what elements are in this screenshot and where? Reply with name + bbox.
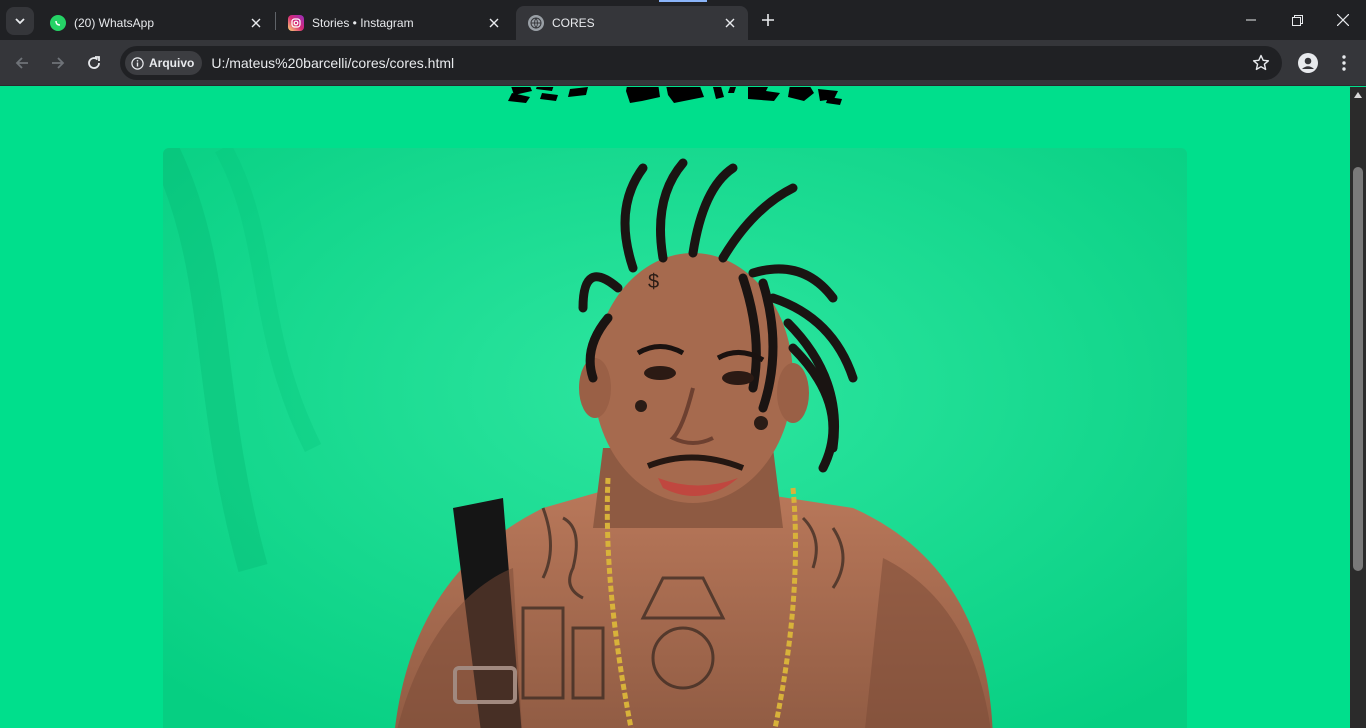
tab-media-indicator: [659, 0, 707, 2]
close-icon: [1337, 14, 1349, 26]
minimize-button[interactable]: [1228, 0, 1274, 40]
security-label: Arquivo: [149, 56, 195, 70]
close-icon[interactable]: [248, 15, 264, 31]
vertical-scrollbar[interactable]: [1350, 87, 1366, 728]
close-window-button[interactable]: [1320, 0, 1366, 40]
tab-title: (20) WhatsApp: [74, 16, 155, 30]
page-viewport: $: [0, 87, 1350, 728]
plus-icon: [762, 14, 774, 26]
more-vertical-icon: [1342, 55, 1346, 71]
bookmark-star-icon[interactable]: [1252, 54, 1270, 72]
restore-icon: [1291, 14, 1303, 26]
heading-logo: [508, 87, 842, 105]
restore-button[interactable]: [1274, 0, 1320, 40]
tab-title: Stories • Instagram: [312, 16, 414, 30]
avatar-icon: [1298, 53, 1318, 73]
info-icon: [131, 56, 144, 70]
scroll-thumb[interactable]: [1353, 167, 1363, 571]
close-icon[interactable]: [722, 15, 738, 31]
reload-button[interactable]: [80, 49, 108, 77]
chevron-down-icon: [15, 18, 25, 25]
tab-whatsapp[interactable]: (20) WhatsApp: [38, 6, 274, 40]
main-photo: $: [163, 148, 1187, 728]
tab-instagram[interactable]: Stories • Instagram: [276, 6, 512, 40]
site-info-chip[interactable]: Arquivo: [125, 51, 203, 75]
arrow-right-icon: [52, 57, 65, 69]
portrait-illustration: $: [163, 148, 1187, 728]
tab-cores[interactable]: CORES: [516, 6, 748, 40]
address-bar[interactable]: Arquivo U:/mateus%20barcelli/cores/cores…: [120, 46, 1282, 80]
browser-toolbar: Arquivo U:/mateus%20barcelli/cores/cores…: [0, 40, 1366, 86]
reload-icon: [88, 56, 100, 69]
tab-strip: (20) WhatsApp Stories • Instagram CORES: [0, 0, 1366, 40]
back-button[interactable]: [8, 49, 36, 77]
tab-search-button[interactable]: [6, 7, 34, 35]
svg-text:$: $: [648, 271, 659, 293]
close-icon[interactable]: [486, 15, 502, 31]
scroll-up-button[interactable]: [1350, 87, 1366, 103]
triangle-up-icon: [1354, 92, 1362, 98]
instagram-icon: [288, 15, 304, 31]
tab-title: CORES: [552, 16, 595, 30]
new-tab-button[interactable]: [756, 8, 780, 32]
forward-button[interactable]: [44, 49, 72, 77]
arrow-left-icon: [15, 57, 28, 69]
minimize-icon: [1246, 19, 1256, 21]
globe-icon: [528, 15, 544, 31]
profile-button[interactable]: [1294, 49, 1322, 77]
url-text[interactable]: U:/mateus%20barcelli/cores/cores.html: [211, 55, 454, 71]
menu-button[interactable]: [1330, 49, 1358, 77]
whatsapp-icon: [50, 15, 66, 31]
